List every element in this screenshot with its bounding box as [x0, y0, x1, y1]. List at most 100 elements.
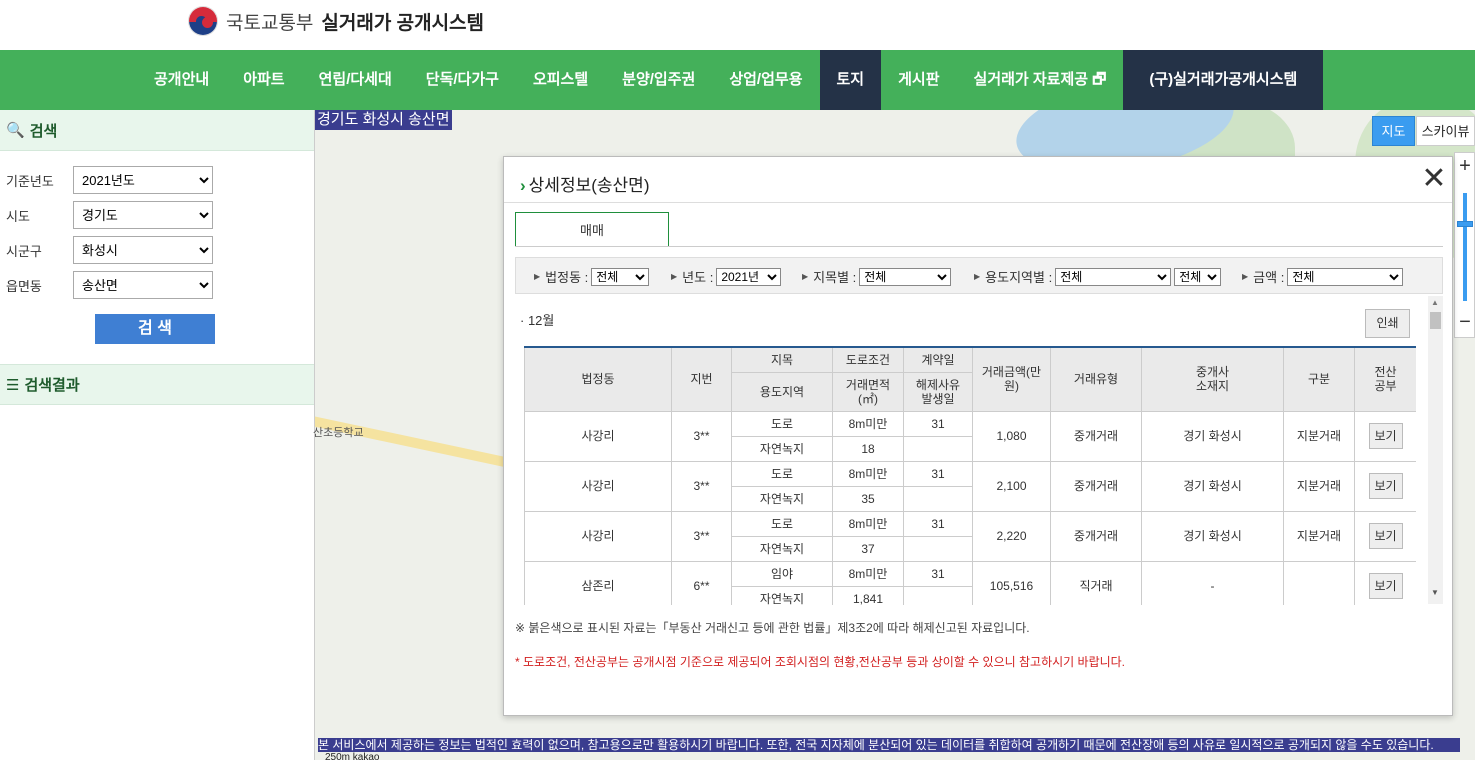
triangle-right-icon: ▶: [974, 272, 981, 281]
year-select[interactable]: 2021년도: [73, 166, 213, 194]
col-area: 거래면적 (㎡): [832, 372, 904, 412]
view-doc-button[interactable]: 보기: [1368, 473, 1403, 499]
nav-item-land[interactable]: 토지: [819, 50, 882, 110]
col-jibun: 지번: [671, 346, 732, 412]
tab-sale[interactable]: 매매: [515, 212, 669, 247]
jimok-select[interactable]: 전체: [859, 267, 952, 286]
filter-dong: ▶ 법정동 : 전체: [534, 267, 650, 286]
nav-item-multiplex[interactable]: 연립/다세대: [302, 50, 409, 110]
nav-item-guide[interactable]: 공개안내: [137, 50, 226, 110]
search-button[interactable]: 검 색: [95, 314, 215, 344]
col-type: 거래유형: [1050, 346, 1142, 412]
nav-item-presale[interactable]: 분양/입주권: [605, 50, 712, 110]
scroll-up-icon[interactable]: ▲: [1431, 298, 1439, 307]
year-filter-select[interactable]: 2021년: [716, 267, 782, 286]
system-name: 실거래가 공개시스템: [321, 12, 485, 34]
month-label: · 12월: [520, 313, 555, 328]
map-location-label: 경기도 화성시 송산면: [315, 110, 452, 130]
list-icon: ☰: [6, 376, 20, 394]
col-jimok: 지목: [731, 346, 833, 374]
site-logo[interactable]: 국토교통부 실거래가 공개시스템: [188, 6, 484, 36]
view-doc-button[interactable]: 보기: [1368, 573, 1403, 599]
map-disclaimer: 본 서비스에서 제공하는 정보는 법적인 효력이 없으며, 참고용으로만 활용하…: [318, 738, 1460, 752]
year-row: 기준년도 2021년도: [6, 166, 213, 194]
col-dong: 법정동: [524, 346, 672, 412]
sido-label: 시도: [6, 208, 30, 224]
zone-select[interactable]: 전체: [1055, 267, 1172, 286]
nav-item-old-system[interactable]: (구)실거래가공개시스템: [1123, 50, 1324, 110]
result-title: 검색결과: [24, 377, 80, 394]
table-row: 삼존리 6** 임야 8m미만 31 105,516 직거래 - 보기: [524, 560, 1416, 605]
col-kind: 구분: [1283, 346, 1355, 412]
result-header: ☰ 검색결과: [0, 364, 314, 405]
triangle-right-icon: ▶: [534, 272, 541, 281]
dong-select[interactable]: 전체: [591, 267, 650, 286]
triangle-right-icon: ▶: [671, 272, 678, 281]
view-doc-button[interactable]: 보기: [1368, 423, 1403, 449]
map-view-button[interactable]: 지도: [1372, 116, 1415, 146]
filter-jimok: ▶ 지목별 : 전체: [802, 267, 952, 286]
header: 국토교통부 실거래가 공개시스템: [0, 0, 1475, 50]
filter-amount: ▶ 금액 : 전체: [1242, 267, 1404, 286]
nav-item-detached[interactable]: 단독/다가구: [409, 50, 516, 110]
triangle-right-icon: ▶: [1242, 272, 1249, 281]
print-button[interactable]: 인쇄: [1365, 309, 1410, 338]
nav-item-commercial[interactable]: 상업/업무용: [712, 50, 819, 110]
col-doc: 전산 공부: [1354, 346, 1416, 412]
view-doc-button[interactable]: 보기: [1368, 523, 1403, 549]
triangle-right-icon: ▶: [802, 272, 809, 281]
zoom-slider-handle[interactable]: [1457, 221, 1473, 227]
nav-item-officetel[interactable]: 오피스텔: [516, 50, 605, 110]
sido-row: 시도 경기도: [6, 201, 213, 229]
zone-sub-select[interactable]: 전체: [1174, 267, 1222, 286]
chevron-right-icon: ›: [520, 176, 526, 195]
table-row: 사강리 3** 도로 8m미만 31 1,080 중개거래 경기 화성시 지분거…: [524, 410, 1416, 462]
table-scrollbar[interactable]: ▲ ▼: [1428, 296, 1443, 604]
taegeuk-logo-icon: [188, 6, 218, 36]
search-title: 검색: [29, 122, 58, 140]
scrollbar-thumb[interactable]: [1430, 312, 1441, 329]
note-road-condition: * 도로조건, 전산공부는 공개시점 기준으로 제공되어 조회시점의 현황,전산…: [515, 655, 1126, 669]
sido-select[interactable]: 경기도: [73, 201, 213, 229]
eupmyeondong-label: 읍면동: [6, 278, 42, 294]
zoom-out-button[interactable]: −: [1455, 311, 1475, 334]
zoom-in-button[interactable]: +: [1455, 155, 1475, 178]
zoom-slider-track[interactable]: [1463, 193, 1467, 301]
sigungu-row: 시군구 화성시: [6, 236, 213, 264]
transaction-table: 법정동 지번 지목 도로조건 계약일 거래금액(만원) 거래유형 중개사 소재지…: [524, 346, 1416, 605]
map-scale: 250m kakao: [325, 752, 380, 763]
map-place-label: 산초등학교: [313, 427, 364, 439]
ministry-name: 국토교통부: [226, 12, 314, 34]
col-road: 도로조건: [832, 346, 904, 374]
year-label: 기준년도: [6, 173, 54, 189]
nav-item-board[interactable]: 게시판: [881, 50, 956, 110]
table-row: 사강리 3** 도로 8m미만 31 2,100 중개거래 경기 화성시 지분거…: [524, 460, 1416, 512]
nav-item-data-provision[interactable]: 실거래가 자료제공 🗗: [957, 50, 1124, 110]
search-icon: 🔍: [6, 122, 25, 139]
col-price: 거래금액(만원): [972, 346, 1051, 412]
sigungu-select[interactable]: 화성시: [73, 236, 213, 264]
note-cancelled: ※ 붉은색으로 표시된 자료는「부동산 거래신고 등에 관한 법률」제3조2에 …: [515, 621, 1030, 635]
search-header: 🔍 검색: [0, 110, 314, 151]
eupmyeondong-select[interactable]: 송산면: [73, 271, 213, 299]
table-row: 사강리 3** 도로 8m미만 31 2,220 중개거래 경기 화성시 지분거…: [524, 510, 1416, 562]
panel-title: › 상세정보(송산면): [520, 176, 650, 195]
skyview-button[interactable]: 스카이뷰: [1416, 116, 1475, 146]
filter-year: ▶ 년도 : 2021년: [671, 267, 782, 286]
amount-select[interactable]: 전체: [1287, 267, 1404, 286]
col-contract: 계약일: [903, 346, 973, 374]
col-zone: 용도지역: [731, 372, 833, 412]
search-sidebar: 🔍 검색 기준년도 2021년도 시도 경기도 시군구 화성시 읍면동 송산면 …: [0, 110, 315, 760]
main-nav: 공개안내 아파트 연립/다세대 단독/다가구 오피스텔 분양/입주권 상업/업무…: [0, 50, 1475, 110]
filter-bar: ▶ 법정동 : 전체 ▶ 년도 : 2021년 ▶ 지목별 : 전체 ▶ 용도지…: [515, 257, 1443, 294]
transaction-table-wrap: 법정동 지번 지목 도로조건 계약일 거래금액(만원) 거래유형 중개사 소재지…: [524, 346, 1416, 605]
col-cancel: 해제사유 발생일: [903, 372, 973, 412]
eupmyeondong-row: 읍면동 송산면: [6, 271, 213, 299]
scroll-down-icon[interactable]: ▼: [1431, 588, 1439, 597]
close-icon[interactable]: ✕: [1421, 164, 1447, 194]
sigungu-label: 시군구: [6, 243, 42, 259]
col-broker: 중개사 소재지: [1141, 346, 1284, 412]
nav-item-apartment[interactable]: 아파트: [226, 50, 301, 110]
detail-panel: › 상세정보(송산면) ✕ 매매 ▶ 법정동 : 전체 ▶ 년도 : 2021년 …: [503, 156, 1453, 716]
zoom-control: + −: [1454, 152, 1475, 338]
